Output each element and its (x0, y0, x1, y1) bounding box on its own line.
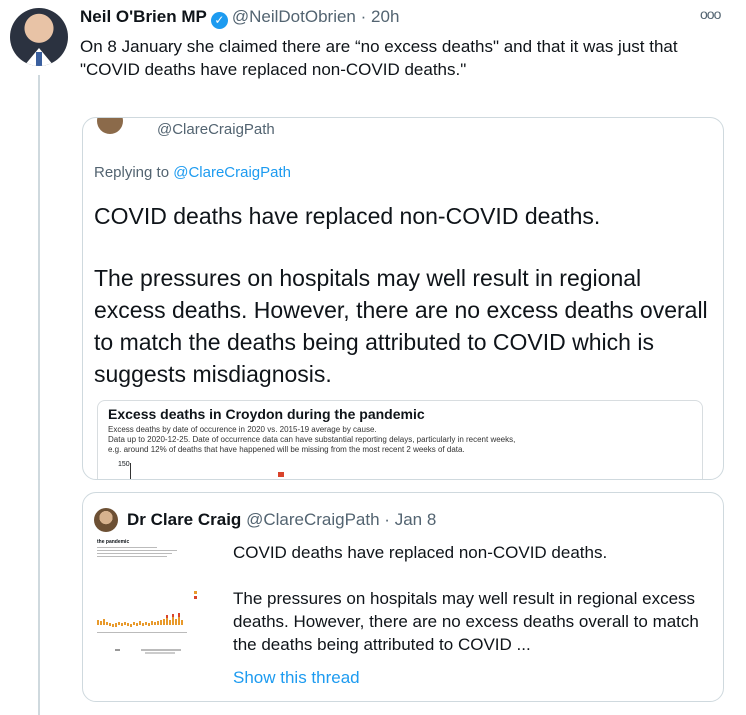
thread-connector-line (38, 75, 40, 715)
quoted-reply-paragraph-2: The pressures on hospitals may well resu… (94, 265, 708, 387)
quoted-tweet-date: Jan 8 (394, 510, 437, 529)
quoted-author-avatar (94, 508, 118, 532)
thumbnail-source-note (141, 649, 181, 651)
quoted-reply-paragraph-1: COVID deaths have replaced non-COVID dea… (94, 203, 601, 229)
tweet-text: On 8 January she claimed there are “no e… (80, 37, 678, 79)
quoted-tweet-text: COVID deaths have replaced non-COVID dea… (233, 541, 715, 656)
quoted-author-handle: @ClareCraigPath (246, 510, 380, 529)
thumbnail-chart (97, 591, 197, 654)
quoted-author-name: Dr Clare Craig (127, 510, 242, 529)
chart-preview-subtitle: Excess deaths by date of occurence in 20… (108, 425, 698, 455)
chart-y-tick: 150 (118, 461, 130, 468)
more-options-icon[interactable]: ooo (700, 6, 721, 22)
chart-subtitle-line: Data up to 2020-12-25. Date of occurrenc… (108, 435, 516, 444)
chart-y-axis (130, 463, 131, 479)
quoted-tweet-header: Dr Clare Craig @ClareCraigPath · Jan 8 (127, 510, 436, 530)
quoted-reply-avatar (97, 118, 123, 134)
tweet-header: Neil O'Brien MP ✓ @NeilDotObrien · 20h (80, 7, 399, 29)
replying-to-line: Replying to @ClareCraigPath (94, 164, 291, 181)
quoted-reply-card[interactable]: @ClareCraigPath Replying to @ClareCraigP… (82, 117, 724, 480)
thumbnail-axis-label (115, 649, 120, 651)
show-thread-link[interactable]: Show this thread (233, 668, 360, 688)
thumbnail-source-note (145, 652, 175, 654)
quoted-reply-text: COVID deaths have replaced non-COVID dea… (94, 200, 714, 390)
author-avatar[interactable] (10, 8, 68, 66)
thumbnail-bars (97, 617, 183, 627)
quoted-tweet-thumbnail[interactable]: the pandemic (93, 537, 211, 661)
chart-subtitle-line: Excess deaths by date of occurence in 20… (108, 425, 377, 434)
chart-preview-image[interactable]: Excess deaths in Croydon during the pand… (97, 400, 703, 479)
thumbnail-legend-swatch (194, 596, 197, 599)
chart-preview-title: Excess deaths in Croydon during the pand… (108, 406, 425, 422)
quoted-separator: · (384, 510, 390, 529)
replying-prefix: Replying to (94, 164, 170, 181)
replying-to-link[interactable]: @ClareCraigPath (173, 164, 291, 181)
chart-bar-mark (278, 472, 284, 477)
thumbnail-legend-swatch (194, 591, 197, 594)
time-separator: · (360, 7, 367, 26)
tweet-time[interactable]: 20h (371, 7, 399, 26)
chart-subtitle-line: e.g. around 12% of deaths that have happ… (108, 445, 465, 454)
quoted-tweet-card[interactable]: Dr Clare Craig @ClareCraigPath · Jan 8 t… (82, 492, 724, 702)
author-name[interactable]: Neil O'Brien MP (80, 7, 207, 26)
avatar-tie (36, 52, 42, 66)
quoted-reply-handle: @ClareCraigPath (157, 121, 275, 138)
quoted-tweet-paragraph-1: COVID deaths have replaced non-COVID dea… (233, 543, 608, 562)
verified-badge-icon: ✓ (210, 12, 228, 29)
author-handle[interactable]: @NeilDotObrien (232, 7, 356, 26)
quoted-tweet-paragraph-2: The pressures on hospitals may well resu… (233, 589, 699, 654)
